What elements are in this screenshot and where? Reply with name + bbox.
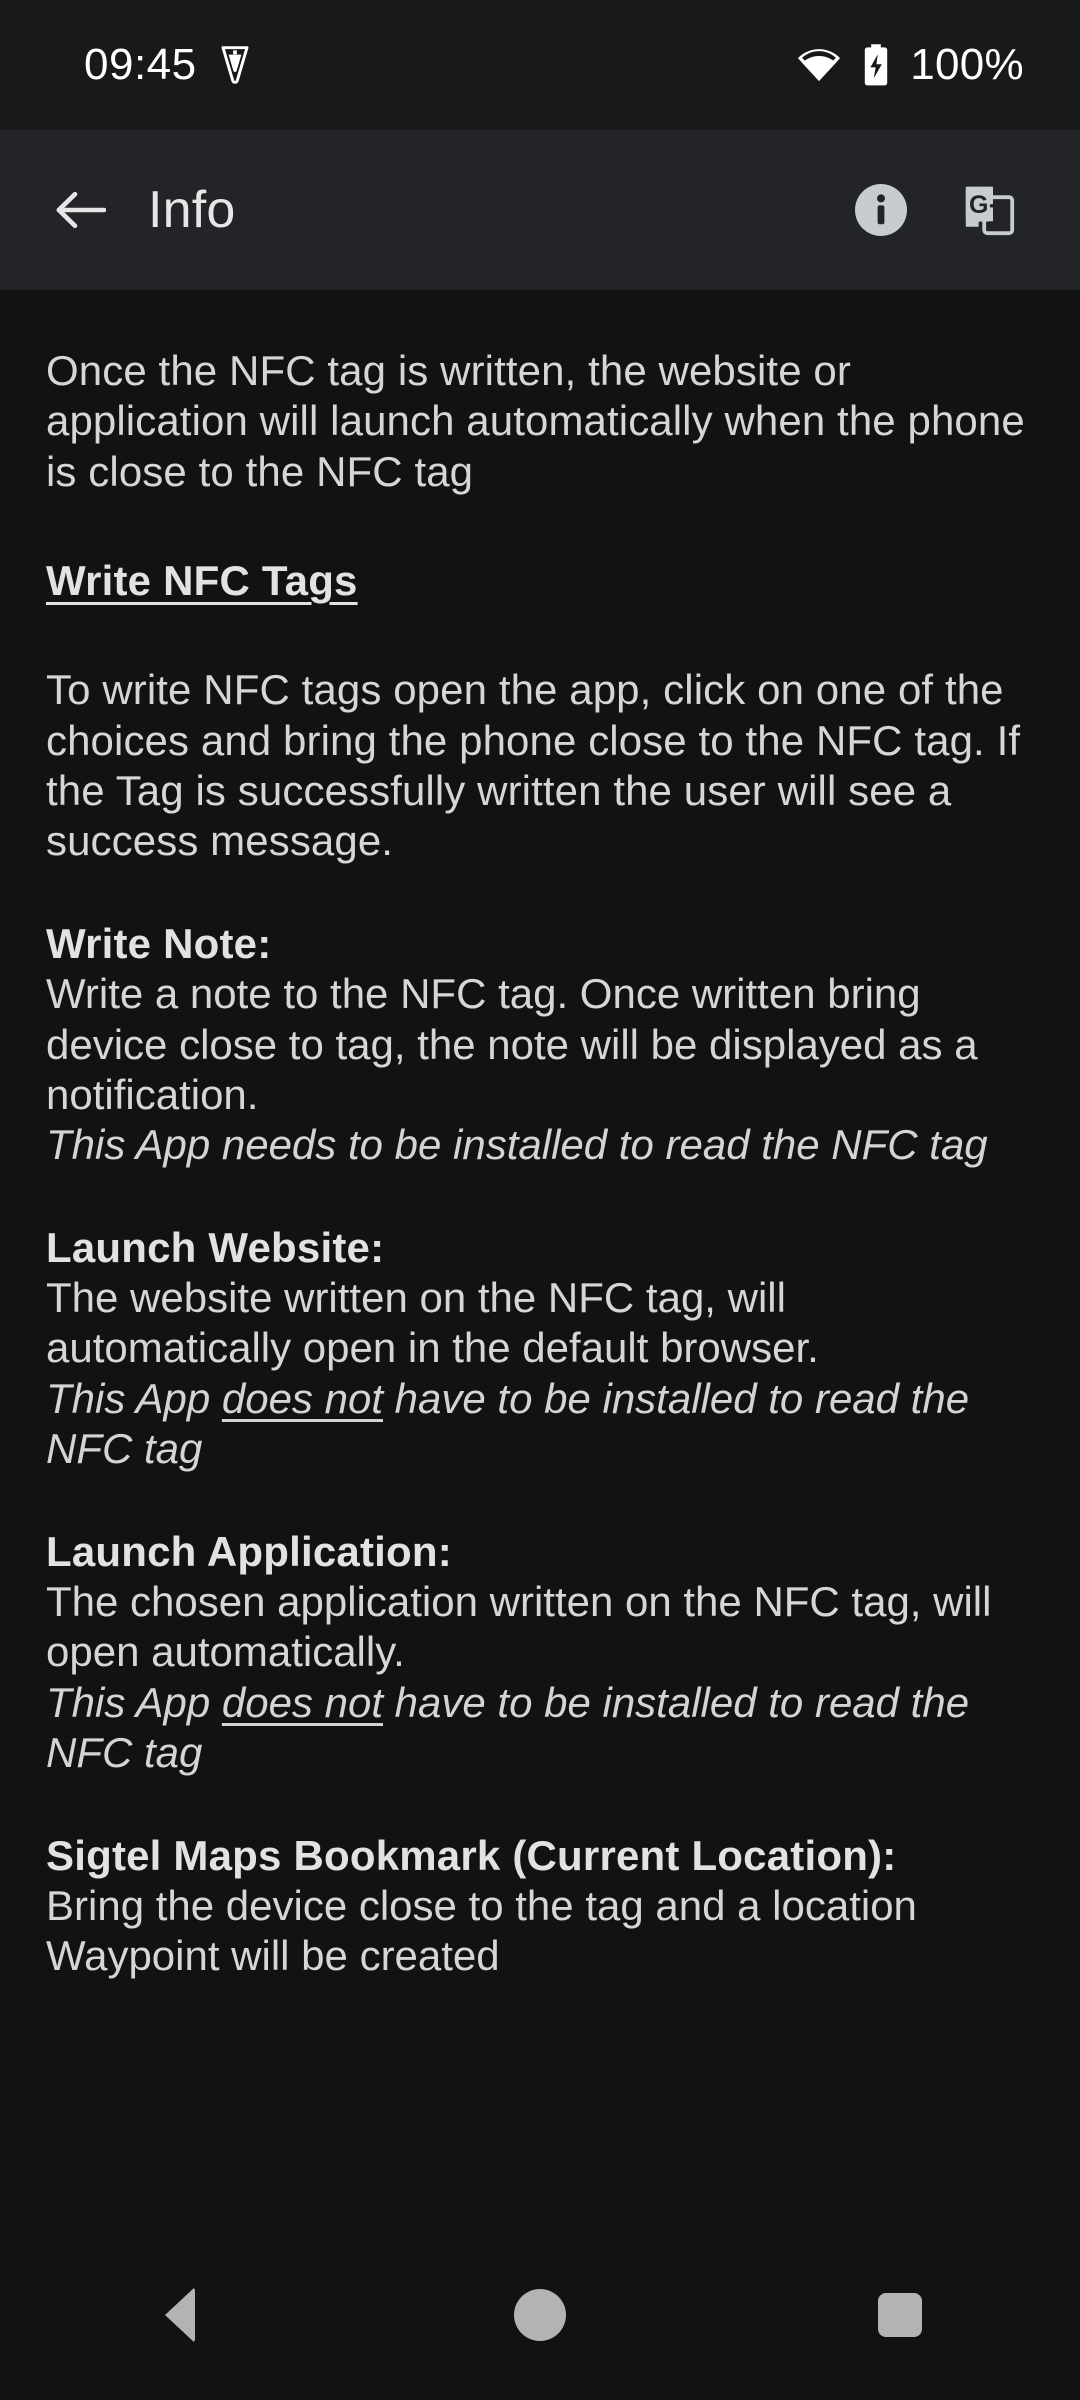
section-write-note: Write Note: Write a note to the NFC tag.… — [46, 919, 1034, 1171]
section-launch-application: Launch Application: The chosen applicati… — [46, 1527, 1034, 1779]
vpn-key-icon — [219, 46, 251, 84]
section-note-prefix: This App — [46, 1678, 222, 1726]
section-note-emphasis: does not — [221, 1678, 383, 1726]
section-title: Write Note: — [46, 919, 272, 967]
section-title: Sigtel Maps Bookmark (Current Location): — [46, 1831, 897, 1879]
google-translate-icon: G — [961, 182, 1017, 238]
section-note-prefix: This App needs to be installed to read t… — [46, 1121, 988, 1169]
nav-recents-icon — [878, 2293, 922, 2337]
section-note: This App needs to be installed to read t… — [46, 1120, 1034, 1170]
status-bar-left: 09:45 — [84, 40, 251, 90]
section-body: Bring the device close to the tag and a … — [46, 1881, 917, 1980]
nav-recents-button[interactable] — [800, 2230, 1000, 2400]
section-note: This App does not have to be installed t… — [46, 1678, 1034, 1779]
battery-charging-icon — [862, 43, 890, 87]
nav-home-icon — [514, 2289, 566, 2341]
info-button[interactable] — [834, 163, 928, 257]
back-arrow-icon — [54, 187, 106, 233]
phone-screen: 09:45 100% Info G Once the NFC tag is wr… — [0, 0, 1080, 2400]
section-title: Launch Application: — [46, 1527, 452, 1575]
section-note: This App does not have to be installed t… — [46, 1374, 1034, 1475]
app-bar: Info G — [0, 130, 1080, 290]
section-title: Launch Website: — [46, 1223, 385, 1271]
section-sigtel-maps-bookmark: Sigtel Maps Bookmark (Current Location):… — [46, 1831, 1034, 1982]
system-navigation-bar — [0, 2230, 1080, 2400]
section-body: The chosen application written on the NF… — [46, 1578, 992, 1676]
wifi-icon — [796, 46, 842, 84]
section-body: Write a note to the NFC tag. Once writte… — [46, 970, 978, 1118]
info-content-scroll[interactable]: Once the NFC tag is written, the website… — [0, 290, 1080, 2400]
write-nfc-tags-paragraph: To write NFC tags open the app, click on… — [46, 666, 1021, 865]
status-bar: 09:45 100% — [0, 0, 1080, 130]
section-body: The website written on the NFC tag, will… — [46, 1274, 819, 1372]
svg-text:G: G — [969, 191, 988, 219]
info-content: Once the NFC tag is written, the website… — [46, 346, 1034, 2382]
intro-paragraph: Once the NFC tag is written, the website… — [46, 347, 1025, 495]
page-title: Info — [148, 181, 236, 239]
google-translate-button[interactable]: G — [942, 163, 1036, 257]
write-nfc-tags-heading-row: Write NFC Tags — [46, 557, 1034, 605]
nav-back-button[interactable] — [80, 2230, 280, 2400]
status-bar-right: 100% — [796, 40, 1024, 90]
info-icon — [855, 184, 907, 236]
write-nfc-tags-heading: Write NFC Tags — [46, 557, 358, 605]
nav-back-icon — [165, 2287, 195, 2343]
back-button[interactable] — [34, 164, 126, 256]
nav-home-button[interactable] — [440, 2230, 640, 2400]
section-note-emphasis: does not — [221, 1374, 383, 1422]
battery-percent-label: 100% — [910, 40, 1024, 89]
section-note-prefix: This App — [46, 1374, 222, 1422]
section-launch-website: Launch Website: The website written on t… — [46, 1223, 1034, 1475]
status-clock: 09:45 — [84, 40, 197, 89]
